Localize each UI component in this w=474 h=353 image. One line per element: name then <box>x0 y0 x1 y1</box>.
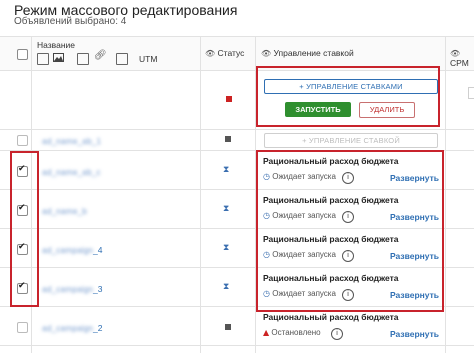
header-cpm-label: CPM <box>450 58 469 68</box>
row-checkbox[interactable] <box>17 135 28 146</box>
header-cpm[interactable]: 👁︎ CPM <box>450 48 474 68</box>
image-icon[interactable] <box>53 53 64 62</box>
header-status-label: Статус <box>217 48 245 58</box>
visibility-icon[interactable]: 👁︎ <box>261 49 271 58</box>
bid-state-label: Остановлено <box>271 328 321 337</box>
bid-highlight-frame <box>256 150 444 312</box>
ad-name-link[interactable]: ad_name_ab_1 <box>42 136 101 146</box>
status-paused-icon <box>225 136 231 142</box>
ad-name-link[interactable]: ad_campaign_3 <box>42 284 103 294</box>
ad-name-suffix: _4 <box>93 245 103 255</box>
header-status[interactable]: 👁︎ Статус <box>205 48 244 58</box>
info-icon[interactable]: i <box>331 328 343 340</box>
warning-icon: ▲ <box>263 328 270 337</box>
header-utm[interactable]: UTM <box>139 54 157 64</box>
link-icon[interactable]: 🔗︎ <box>94 50 107 61</box>
expand-link[interactable]: Развернуть <box>390 329 439 339</box>
checkbox-highlight-frame <box>10 151 39 307</box>
checkbox-filter-icon-2[interactable] <box>77 53 89 65</box>
ads-table: Название 🔗︎ UTM 👁︎ Статус 👁︎ Управление … <box>0 36 474 353</box>
header-name[interactable]: Название <box>37 40 75 50</box>
hourglass-icon: ⧗ <box>223 243 230 253</box>
checkbox-filter-icon[interactable] <box>37 53 49 65</box>
manage-bid-button[interactable]: + УПРАВЛЕНИЕ СТАВКОЙ <box>264 133 438 148</box>
visibility-icon[interactable]: 👁︎ <box>205 49 215 58</box>
selected-count: Объявлений выбрано: 4 <box>14 16 127 27</box>
select-all-checkbox[interactable] <box>17 49 28 60</box>
bulk-status-indicator <box>226 96 232 102</box>
header-bid-label: Управление ставкой <box>273 48 354 58</box>
bulk-panel-highlight-frame <box>256 66 440 127</box>
hourglass-icon: ⧗ <box>223 204 230 214</box>
visibility-icon[interactable]: 👁︎ <box>450 49 460 58</box>
ad-name-link[interactable]: ad_name_ab_c <box>42 167 101 177</box>
ad-name-link[interactable]: ad_campaign_2 <box>42 323 103 333</box>
ad-name-link[interactable]: ad_name_b <box>42 206 87 216</box>
hourglass-icon: ⧗ <box>223 282 230 292</box>
ad-name-link[interactable]: ad_campaign_4 <box>42 245 103 255</box>
header-bid[interactable]: 👁︎ Управление ставкой <box>261 48 354 58</box>
checkbox-filter-icon-3[interactable] <box>116 53 128 65</box>
row-checkbox[interactable] <box>17 322 28 333</box>
ad-name-suffix: _3 <box>93 284 103 294</box>
hourglass-icon: ⧗ <box>223 165 230 175</box>
status-paused-icon <box>225 324 231 330</box>
ad-name-suffix: _2 <box>93 323 103 333</box>
bid-state: ▲ Остановлено <box>263 328 321 337</box>
cpm-input-partial[interactable] <box>468 87 474 99</box>
bid-strategy: Рациональный расход бюджета <box>263 312 399 322</box>
